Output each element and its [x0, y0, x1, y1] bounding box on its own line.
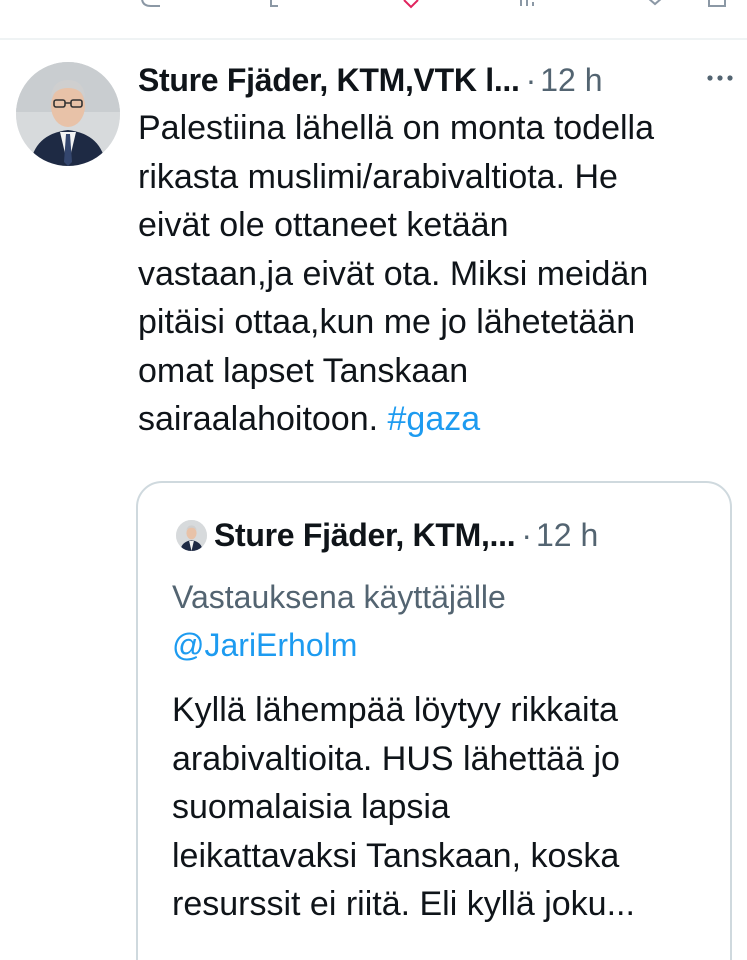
- hashtag-link[interactable]: #gaza: [388, 400, 481, 438]
- more-icon[interactable]: [704, 68, 736, 88]
- quoted-tweet-time[interactable]: 12 h: [536, 517, 598, 554]
- reply-context: Vastauksena käyttäjälle @JariErholm: [172, 573, 712, 669]
- tweet-text-line: omat lapset Tanskaan: [138, 351, 469, 390]
- quoted-text-line: leikattavaksi Tanskaan, koska: [172, 836, 620, 875]
- repost-icon[interactable]: [268, 0, 290, 12]
- tweet-time[interactable]: 12 h: [540, 62, 602, 99]
- reply-label: Vastauksena käyttäjälle: [172, 579, 506, 615]
- quoted-tweet-separator: ·: [521, 516, 532, 553]
- tweet-text-line: rikasta muslimi/arabivaltiota. He: [138, 157, 618, 196]
- tweet-text-line: Palestiina lähellä on monta todella: [138, 109, 655, 147]
- quoted-text-line: arabivaltioita. HUS lähettää jo: [172, 739, 620, 778]
- tweet-detail-page: Sture Fjäder, KTM,VTK l... · 12 h Palest…: [0, 0, 747, 960]
- quoted-author-name[interactable]: Sture Fjäder, KTM,...: [214, 517, 516, 554]
- tweet-divider: [0, 38, 747, 40]
- previous-tweet-action-bar: [0, 0, 747, 18]
- tweet-text-line: vastaan,ja eivät ota. Miksi meidän: [138, 254, 649, 293]
- author-avatar[interactable]: [16, 62, 120, 166]
- tweet-text-last-line: sairaalahoitoon. #gaza: [138, 395, 738, 444]
- views-icon[interactable]: [518, 0, 540, 12]
- tweet-text-line: pitäisi ottaa,kun me jo lähetetään: [138, 303, 636, 341]
- reply-mention-link[interactable]: @JariErholm: [172, 621, 712, 669]
- quoted-tweet-card[interactable]: Sture Fjäder, KTM,... · 12 h Vastauksena…: [136, 481, 732, 960]
- quoted-author-avatar: [176, 520, 207, 551]
- tweet-text-line: eivät ole ottaneet ketään: [138, 206, 509, 244]
- author-name[interactable]: Sture Fjäder, KTM,VTK l...: [138, 62, 520, 99]
- tweet-header: Sture Fjäder, KTM,VTK l... · 12 h: [138, 58, 738, 102]
- quoted-text-line: suomalaisia lapsia: [172, 788, 450, 826]
- tweet-text-line-start: sairaalahoitoon.: [138, 400, 388, 438]
- tweet-text: Palestiina lähellä on monta todella rika…: [138, 104, 738, 444]
- quoted-tweet-header: Sture Fjäder, KTM,... · 12 h: [214, 513, 598, 557]
- quoted-tweet-text: Kyllä lähempää löytyy rikkaita arabivalt…: [172, 686, 712, 929]
- reply-icon[interactable]: [140, 0, 162, 12]
- like-icon[interactable]: [400, 0, 422, 12]
- share-icon[interactable]: [706, 0, 728, 12]
- quoted-text-line: resurssit ei riitä. Eli kyllä joku...: [172, 885, 635, 923]
- quoted-text-line: Kyllä lähempää löytyy rikkaita: [172, 691, 618, 729]
- bookmark-icon[interactable]: [644, 0, 666, 12]
- tweet-separator: ·: [525, 61, 537, 98]
